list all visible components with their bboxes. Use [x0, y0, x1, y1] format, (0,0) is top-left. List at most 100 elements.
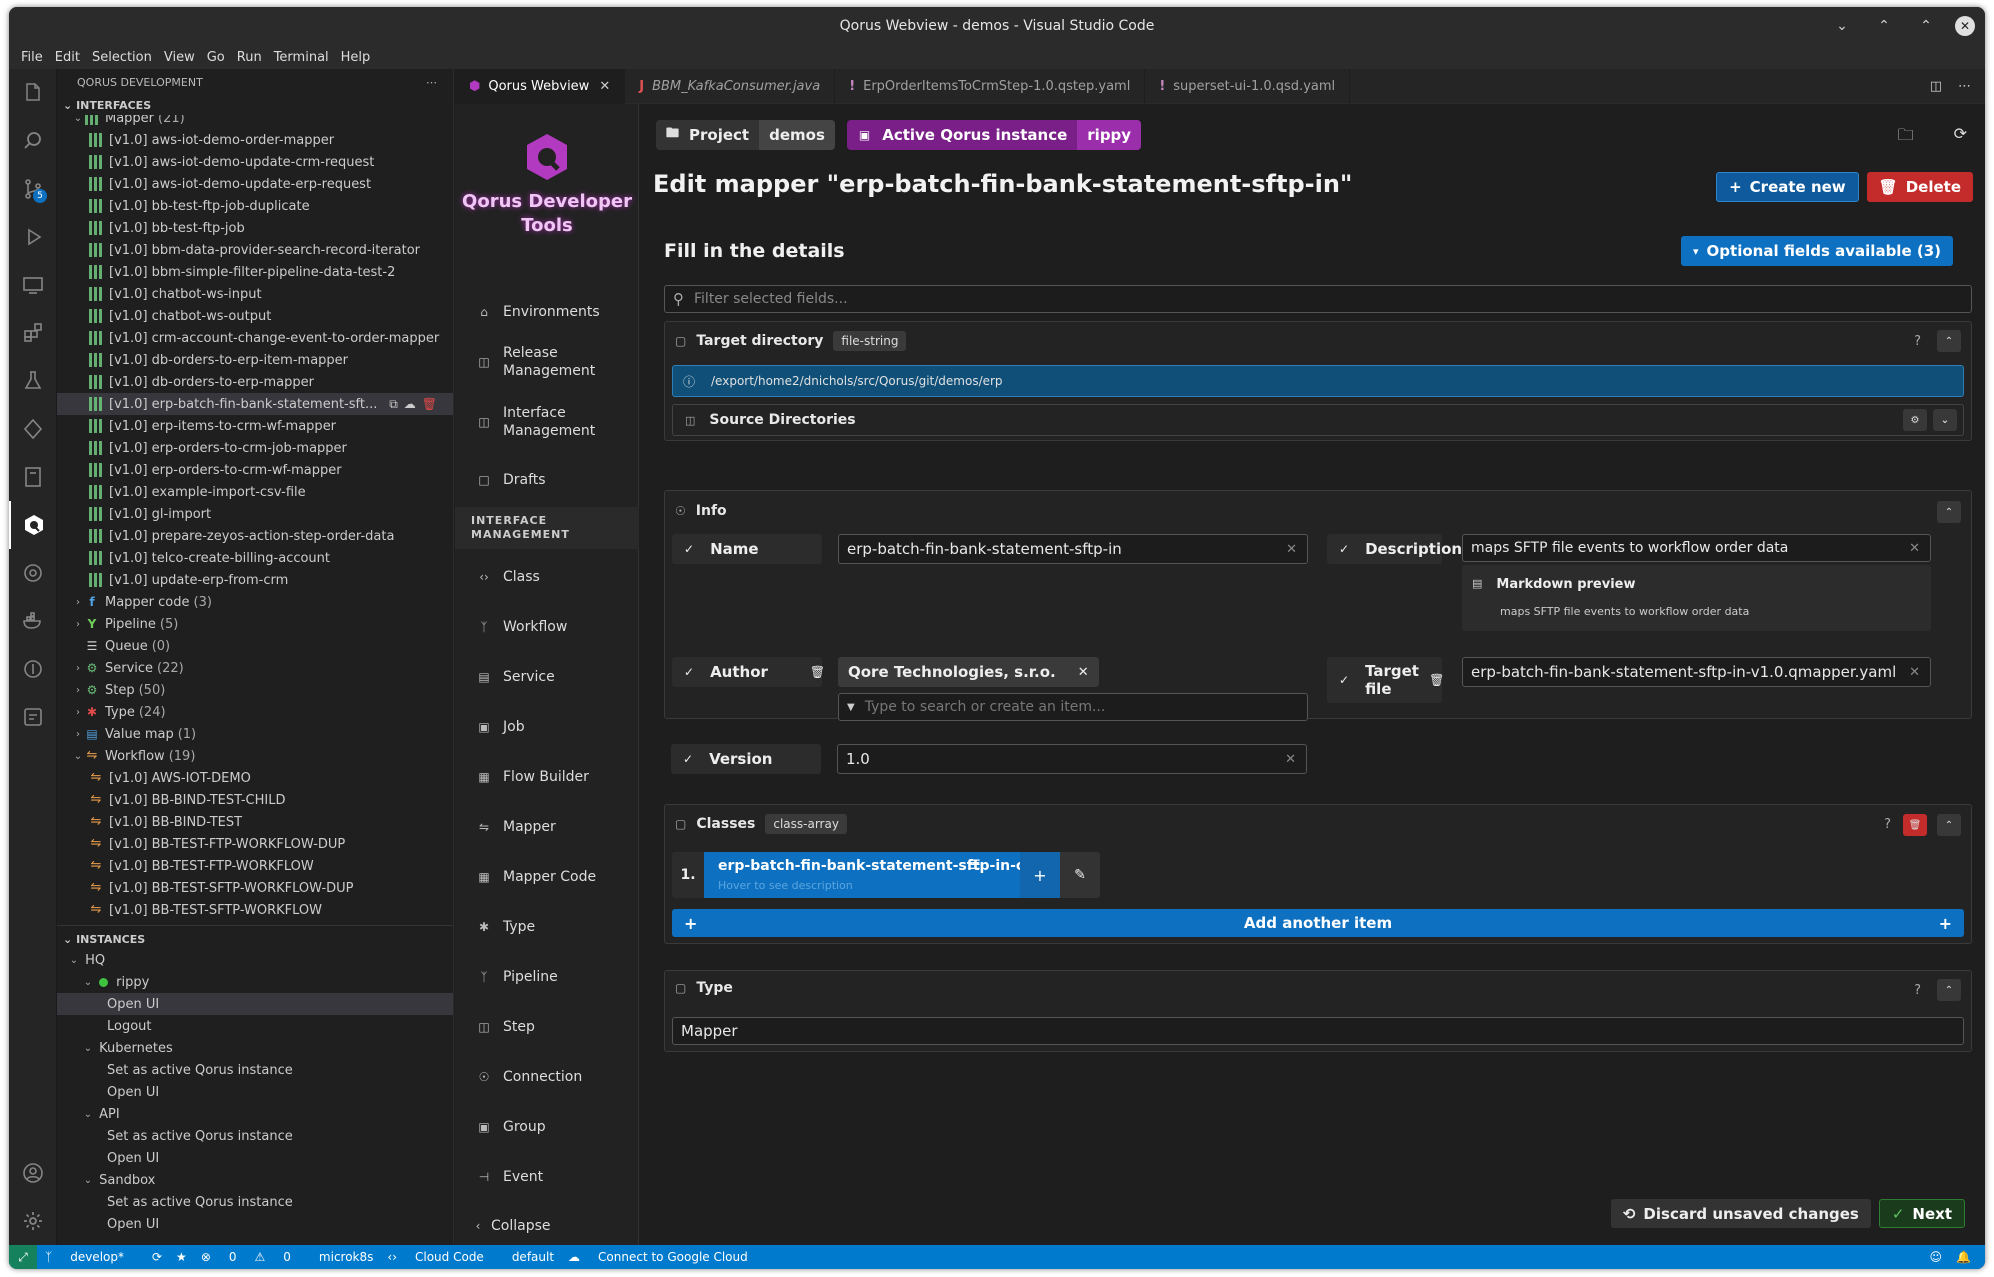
database-icon[interactable]	[9, 693, 57, 741]
sync-icon[interactable]: ⟳	[152, 1250, 162, 1264]
delete-button[interactable]: 🗑 Delete	[1866, 172, 1973, 202]
api-row[interactable]: ⌄ API	[57, 1103, 453, 1125]
gear-icon[interactable]	[9, 1197, 57, 1245]
menu-edit[interactable]: Edit	[49, 50, 86, 65]
tab-erp-step[interactable]: ! ErpOrderItemsToCrmStep-1.0.qstep.yaml	[835, 69, 1146, 104]
group-row[interactable]: › ▤ Value map (1)	[57, 723, 453, 745]
kubernetes-icon[interactable]	[9, 405, 57, 453]
explorer-icon[interactable]	[9, 69, 57, 117]
discard-changes-button[interactable]: ⟲ Discard unsaved changes	[1610, 1199, 1871, 1228]
notebook-icon[interactable]	[9, 453, 57, 501]
api-open-ui[interactable]: Open UI	[57, 1147, 453, 1169]
source-directories-row[interactable]: ◫ Source Directories ⚙ ⌄	[672, 404, 1964, 436]
liveshare-icon[interactable]: ★	[176, 1250, 187, 1264]
nav-item-step[interactable]: ◫ Step	[455, 1017, 639, 1037]
mapper-item[interactable]: [v1.0] erp-orders-to-crm-job-mapper	[57, 437, 453, 459]
split-editor-icon[interactable]: ◫	[1930, 79, 1942, 94]
name-input[interactable]: erp-batch-fin-bank-statement-sftp-in ✕	[838, 534, 1308, 564]
rippy-logout[interactable]: Logout	[57, 1015, 453, 1037]
mapper-item[interactable]: [v1.0] erp-orders-to-crm-wf-mapper	[57, 459, 453, 481]
menu-terminal[interactable]: Terminal	[268, 50, 335, 65]
collapse-section-icon[interactable]: ⌃	[1937, 814, 1961, 836]
nav-item-type[interactable]: ✱ Type	[455, 917, 639, 937]
clear-icon[interactable]: ✕	[1909, 665, 1920, 680]
collapse-section-icon[interactable]: ⌃	[1937, 330, 1961, 352]
api-set-active[interactable]: Set as active Qorus instance	[57, 1125, 453, 1147]
branch-status[interactable]: ᛉ develop*	[45, 1250, 138, 1264]
mapper-item[interactable]: [v1.0] db-orders-to-erp-mapper	[57, 371, 453, 393]
menu-file[interactable]: File	[15, 50, 49, 65]
mapper-item[interactable]: [v1.0] update-erp-from-crm	[57, 569, 453, 591]
menu-selection[interactable]: Selection	[86, 50, 158, 65]
description-input[interactable]: maps SFTP file events to workflow order …	[1462, 534, 1931, 562]
restore-icon[interactable]: ⌃	[1871, 13, 1897, 39]
tab-superset[interactable]: ! superset-ui-1.0.qsd.yaml	[1145, 69, 1351, 104]
namespace-status[interactable]: default	[512, 1250, 554, 1264]
menu-go[interactable]: Go	[201, 50, 231, 65]
interfaces-section[interactable]: ⌄ INTERFACES	[57, 95, 453, 115]
collapse-section-icon[interactable]: ⌃	[1937, 501, 1961, 523]
mapper-item[interactable]: [v1.0] bbm-simple-filter-pipeline-data-t…	[57, 261, 453, 283]
nav-item-service[interactable]: ▤ Service	[455, 667, 639, 687]
docker-icon[interactable]	[9, 597, 57, 645]
nav-item-pipeline[interactable]: ᛉ Pipeline	[455, 967, 639, 987]
remove-field-icon[interactable]: 🗑	[1429, 673, 1444, 687]
nav-item-class[interactable]: ‹› Class	[455, 567, 639, 587]
group-row[interactable]: › f Mapper code (3)	[57, 591, 453, 613]
mapper-item[interactable]: [v1.0] aws-iot-demo-update-erp-request	[57, 173, 453, 195]
refresh-icon[interactable]: ⟳	[1954, 124, 1967, 151]
add-icon[interactable]: +	[1020, 852, 1060, 898]
clear-icon[interactable]: ✕	[1909, 541, 1920, 556]
mapper-item[interactable]: [v1.0] crm-account-change-event-to-order…	[57, 327, 453, 349]
settings-icon[interactable]: ⚙	[1903, 409, 1927, 431]
minimize-icon[interactable]: ⌄	[1829, 13, 1855, 39]
help-icon[interactable]: ?	[1914, 334, 1921, 349]
menu-view[interactable]: View	[158, 50, 201, 65]
active-instance-pill[interactable]: ▣ Active Qorus instance rippy	[846, 120, 1142, 150]
kubernetes-set-active[interactable]: Set as active Qorus instance	[57, 1059, 453, 1081]
mapper-item[interactable]: [v1.0] chatbot-ws-output	[57, 305, 453, 327]
search-icon[interactable]	[9, 117, 57, 165]
collapse-section-icon[interactable]: ⌃	[1937, 979, 1961, 1001]
nav-item-mapper-code[interactable]: ▦ Mapper Code	[455, 867, 639, 887]
sandbox-open-ui[interactable]: Open UI	[57, 1213, 453, 1235]
open-folder-icon[interactable]: 🗀	[1898, 124, 1914, 151]
close-tab-icon[interactable]: ✕	[599, 79, 610, 94]
tab-qorus-webview[interactable]: ⬢ Qorus Webview ✕	[455, 69, 626, 104]
rippy-row[interactable]: ⌄ rippy	[57, 971, 453, 993]
next-button[interactable]: ✓ Next	[1878, 1199, 1965, 1228]
mapper-item[interactable]: [v1.0] prepare-zeyos-action-step-order-d…	[57, 525, 453, 547]
help-icon[interactable]: ?	[1914, 983, 1921, 998]
group-row[interactable]: › Y Pipeline (5)	[57, 613, 453, 635]
nav-drafts[interactable]: □ Drafts	[455, 470, 639, 490]
testing-icon[interactable]	[9, 357, 57, 405]
help-icon[interactable]: ?	[1884, 817, 1891, 832]
extensions-icon[interactable]	[9, 309, 57, 357]
group-row[interactable]: › ⚙ Step (50)	[57, 679, 453, 701]
class-item-card[interactable]: erp-batch-fin-bank-statement-sftp-in-cod…	[704, 852, 1060, 898]
nav-item-workflow[interactable]: ᛉ Workflow	[455, 617, 639, 637]
rippy-open-ui[interactable]: Open UI	[57, 993, 453, 1015]
mapper-item[interactable]: [v1.0] aws-iot-demo-order-mapper	[57, 129, 453, 151]
clear-icon[interactable]: ✕	[1285, 752, 1296, 767]
google-cloud-status[interactable]: ☁ Connect to Google Cloud	[568, 1250, 762, 1264]
group-row[interactable]: ☰ Queue (0)	[57, 635, 453, 657]
delete-section-icon[interactable]: 🗑	[1903, 814, 1927, 836]
mapper-item[interactable]: [v1.0] gl-import	[57, 503, 453, 525]
menu-run[interactable]: Run	[231, 50, 268, 65]
instances-section[interactable]: ⌄ INSTANCES	[57, 929, 453, 949]
clear-icon[interactable]: ✕	[1286, 542, 1297, 557]
mapper-item[interactable]: [v1.0] bbm-data-provider-search-record-i…	[57, 239, 453, 261]
nav-interface-management[interactable]: ◫ Interface Management	[455, 404, 639, 440]
nav-collapse[interactable]: ‹ Collapse	[455, 1216, 639, 1236]
copy-icon[interactable]: ⧉	[389, 397, 398, 412]
type-input[interactable]: Mapper	[672, 1017, 1964, 1045]
close-window-icon[interactable]: ✕	[1955, 16, 1975, 36]
mapper-item[interactable]: [v1.0] erp-items-to-crm-wf-mapper	[57, 415, 453, 437]
cloud-code-status[interactable]: ‹› Cloud Code	[387, 1250, 497, 1264]
tab-kafka-consumer[interactable]: J BBM_KafkaConsumer.java	[625, 69, 836, 104]
nav-environments[interactable]: ⌂ Environments	[455, 302, 639, 322]
mapper-item[interactable]: [v1.0] example-import-csv-file	[57, 481, 453, 503]
deploy-icon[interactable]: ☁	[404, 397, 416, 412]
cluster-status[interactable]: microk8s	[319, 1250, 373, 1264]
